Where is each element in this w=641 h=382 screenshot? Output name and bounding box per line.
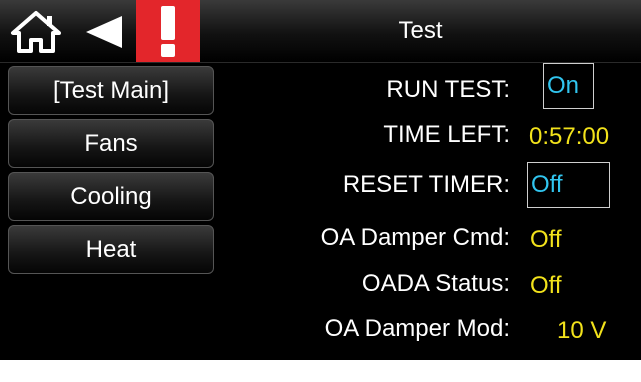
run-test-toggle[interactable]: On [543, 63, 594, 109]
run-test-label: RUN TEST: [386, 76, 510, 103]
home-button[interactable] [10, 10, 62, 54]
time-left-value: 0:57:00 [529, 123, 610, 150]
sidebar-item-cooling[interactable]: Cooling [8, 172, 214, 221]
oa-damper-mod-value: 10 V [557, 317, 607, 344]
reset-timer-toggle[interactable]: Off [527, 162, 610, 208]
alarm-button[interactable] [136, 0, 200, 62]
sidebar-item-test-main[interactable]: [Test Main] [8, 66, 214, 115]
time-left-label: TIME LEFT: [383, 121, 510, 148]
back-button[interactable] [82, 14, 124, 50]
back-arrow-icon [86, 16, 122, 48]
bottom-margin [0, 360, 641, 382]
oada-status-value: Off [530, 272, 562, 299]
home-icon [11, 11, 61, 53]
top-bar: Test [0, 0, 641, 63]
page-title: Test [398, 17, 443, 44]
sidebar-item-heat[interactable]: Heat [8, 225, 214, 274]
oa-damper-cmd-value: Off [530, 226, 562, 253]
oa-damper-mod-label: OA Damper Mod: [324, 315, 510, 342]
sidebar-item-fans[interactable]: Fans [8, 119, 214, 168]
oada-status-label: OADA Status: [361, 270, 510, 297]
oa-damper-cmd-label: OA Damper Cmd: [320, 224, 510, 251]
reset-timer-label: RESET TIMER: [342, 171, 510, 198]
controller-screen: Test [Test Main] Fans Cooling Heat RUN T… [0, 0, 641, 360]
sidebar-menu: [Test Main] Fans Cooling Heat [8, 62, 214, 274]
